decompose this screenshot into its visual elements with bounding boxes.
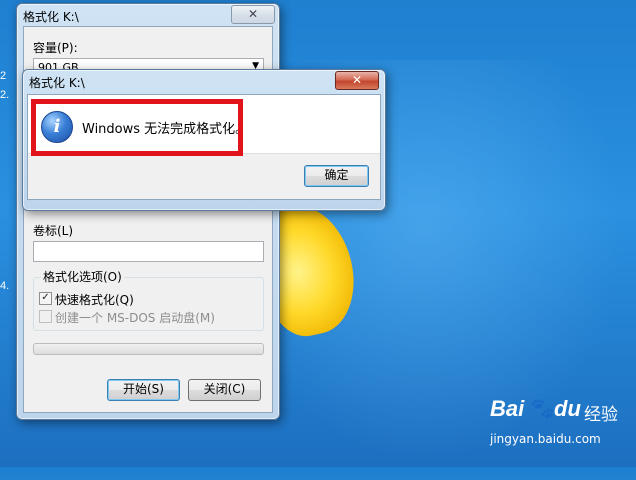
msdos-startup-label[interactable]: 创建一个 MS-DOS 启动盘(M) [55,309,215,326]
desktop-icon-label[interactable]: 4. [0,280,9,292]
checkmark-icon: ✓ [41,292,50,303]
close-icon: ✕ [351,73,363,87]
format-progress-bar [33,343,264,355]
msdos-startup-checkbox[interactable] [39,310,52,323]
watermark-section: 经验 [584,405,618,425]
close-icon: ✕ [247,7,259,21]
watermark-url: jingyan.baidu.com [490,432,601,446]
ok-button[interactable]: 确定 [304,165,369,187]
volume-label-input[interactable] [33,241,264,262]
start-button-label: 开始(S) [123,382,164,396]
paw-icon: 🐾 [530,396,555,420]
capacity-label: 容量(P): [33,41,78,55]
close-button[interactable]: ✕ [231,5,275,24]
volume-label: 卷标(L) [33,224,74,238]
desktop-icon-label[interactable]: 2. [0,89,9,101]
watermark-brand: Bai [490,396,525,421]
start-button[interactable]: 开始(S) [107,379,180,401]
close-dialog-button[interactable]: 关闭(C) [188,379,261,401]
window-title: 格式化 K:\ [23,10,79,24]
baidu-jingyan-watermark: Bai 🐾 du 经验 jingyan.baidu.com [490,396,630,456]
format-options-label: 格式化选项(O) [41,268,124,285]
highlight-annotation [31,99,243,156]
message-box-title: 格式化 K:\ [29,76,85,90]
quick-format-checkbox[interactable]: ✓ [39,292,52,305]
ok-button-label: 确定 [324,168,349,182]
quick-format-label[interactable]: 快速格式化(Q) [55,291,134,308]
desktop-icon-label[interactable]: 2 [0,70,6,82]
close-button-label: 关闭(C) [203,382,246,396]
watermark-paw-text: du [554,396,581,421]
format-dialog: 格式化 K:\ ✕ 容量(P): 901 GB ▼ 卷标(L) 格式化选项(O)… [16,3,280,420]
message-box-close-button[interactable]: ✕ [335,71,379,90]
